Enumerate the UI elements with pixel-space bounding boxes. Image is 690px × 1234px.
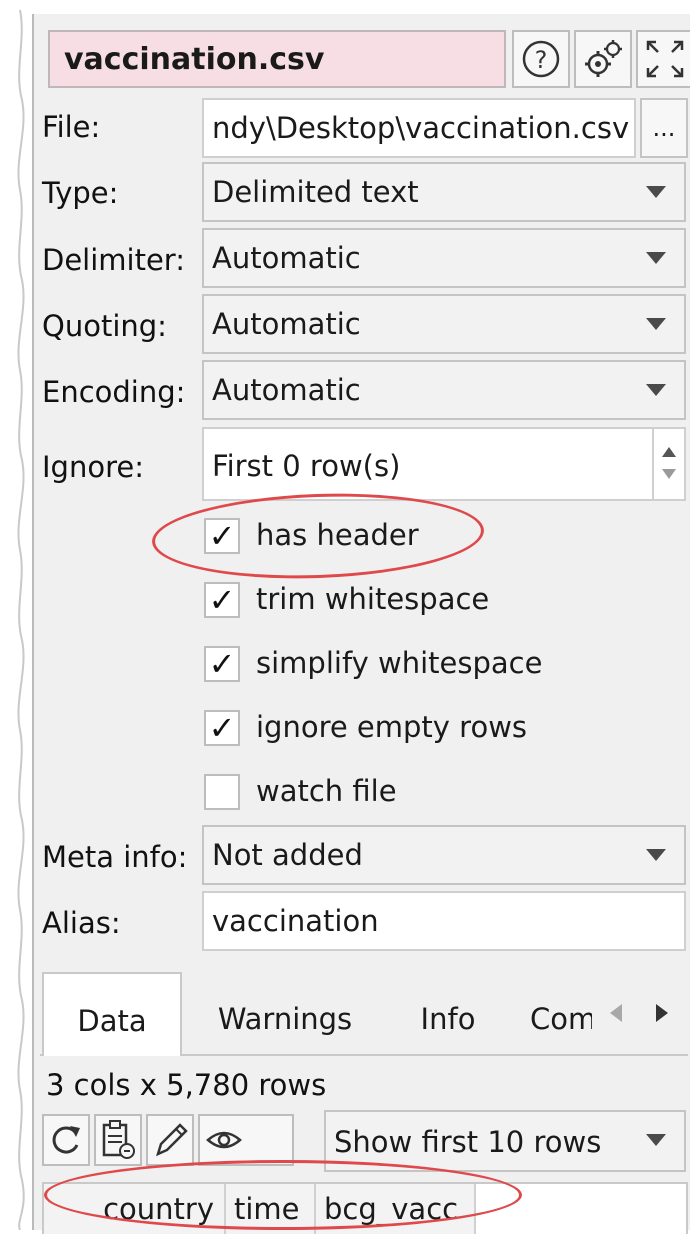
pencil-icon	[156, 1123, 188, 1157]
gears-icon	[585, 40, 622, 77]
encoding-label: Encoding:	[42, 375, 186, 409]
edit-button[interactable]	[146, 1114, 194, 1166]
quoting-label: Quoting:	[42, 309, 167, 343]
chevron-down-icon	[646, 1134, 666, 1146]
delimiter-label: Delimiter:	[42, 243, 185, 277]
table-summary: 3 cols x 5,780 rows	[46, 1068, 327, 1102]
type-label: Type:	[42, 176, 119, 210]
meta-info-value: Not added	[212, 838, 363, 872]
copy-to-clipboard-button[interactable]	[94, 1114, 142, 1166]
show-rows-value: Show first 10 rows	[334, 1125, 602, 1159]
trim-whitespace-label: trim whitespace	[256, 582, 490, 616]
chevron-down-icon	[646, 384, 666, 396]
chevron-down-icon	[646, 186, 666, 198]
tab-scroll-left-icon[interactable]	[592, 974, 638, 1052]
svg-text:?: ?	[535, 46, 548, 74]
ignore-empty-rows-label: ignore empty rows	[256, 710, 528, 744]
chevron-down-icon	[646, 252, 666, 264]
chevron-down-icon	[646, 849, 666, 861]
simplify-whitespace-label: simplify whitespace	[256, 646, 543, 680]
simplify-whitespace-checkbox[interactable]: ✓	[204, 646, 240, 682]
tab-comments[interactable]: Com	[512, 980, 592, 1056]
maximize-icon	[646, 40, 684, 78]
alias-input[interactable]: vaccination	[202, 891, 686, 951]
stepper-arrows-icon	[662, 447, 676, 479]
ignore-rows-stepper[interactable]	[654, 427, 686, 501]
column-header-time[interactable]: time	[226, 1184, 316, 1234]
delimiter-value: Automatic	[212, 241, 361, 275]
ignore-rows-spinbox[interactable]: First 0 row(s)	[202, 427, 654, 501]
meta-info-label: Meta info:	[42, 840, 188, 874]
has-header-checkbox[interactable]: ✓	[204, 518, 240, 554]
chevron-down-icon	[646, 318, 666, 330]
view-options-button[interactable]	[198, 1114, 294, 1166]
quoting-value: Automatic	[212, 307, 361, 341]
tab-data[interactable]: Data	[42, 972, 182, 1056]
delimiter-dropdown[interactable]: Automatic	[202, 228, 686, 288]
file-label: File:	[42, 110, 101, 144]
trim-whitespace-checkbox[interactable]: ✓	[204, 582, 240, 618]
meta-info-dropdown[interactable]: Not added	[202, 825, 686, 885]
watch-file-label: watch file	[256, 774, 397, 808]
encoding-value: Automatic	[212, 373, 361, 407]
ignore-label: Ignore:	[42, 450, 144, 484]
settings-button[interactable]	[574, 30, 632, 88]
column-header-bcg-vacc[interactable]: bcg_vacc	[316, 1184, 476, 1234]
tab-scroll-buttons	[592, 974, 688, 1052]
input-name-field[interactable]: vaccination.csv	[48, 30, 506, 88]
help-button[interactable]: ?	[512, 30, 570, 88]
encoding-dropdown[interactable]: Automatic	[202, 360, 686, 420]
maximize-button[interactable]	[636, 30, 690, 88]
type-value: Delimited text	[212, 175, 419, 209]
has-header-label: has header	[256, 518, 419, 552]
tab-info[interactable]: Info	[384, 980, 512, 1056]
tab-warnings[interactable]: Warnings	[186, 980, 384, 1056]
type-dropdown[interactable]: Delimited text	[202, 162, 686, 222]
help-icon: ?	[522, 40, 560, 78]
tab-scroll-right-icon[interactable]	[640, 974, 686, 1052]
file-path-input[interactable]: ndy\Desktop\vaccination.csv	[202, 98, 636, 158]
column-header-country[interactable]: country	[44, 1184, 226, 1234]
clipboard-icon	[102, 1120, 135, 1159]
browse-button[interactable]: ...	[640, 98, 688, 158]
watch-file-checkbox[interactable]	[204, 774, 240, 810]
quoting-dropdown[interactable]: Automatic	[202, 294, 686, 354]
refresh-icon	[52, 1126, 80, 1154]
ignore-empty-rows-checkbox[interactable]: ✓	[204, 710, 240, 746]
show-rows-dropdown[interactable]: Show first 10 rows	[324, 1110, 686, 1172]
eye-icon	[206, 1131, 242, 1149]
alias-label: Alias:	[42, 906, 121, 940]
input-settings-panel: vaccination.csv ? File: ndy\Desktop\vacc…	[32, 14, 690, 1234]
refresh-button[interactable]	[42, 1114, 90, 1166]
